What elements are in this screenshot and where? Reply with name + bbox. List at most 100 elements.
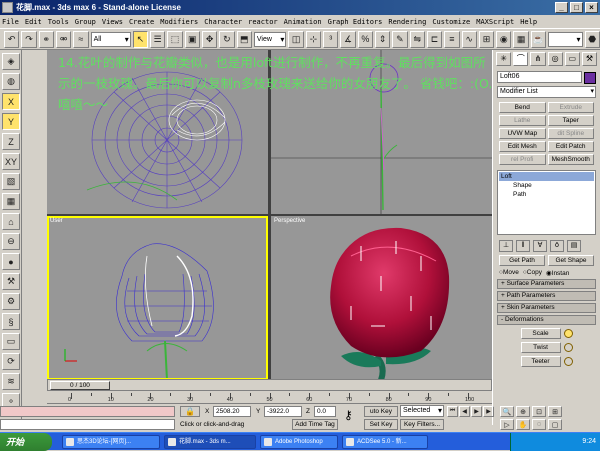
display-tab-icon[interactable]: ▭ [564,52,580,66]
clock[interactable]: 9:24 [582,438,596,445]
start-button[interactable]: 开始 [0,433,52,451]
coord-y-field[interactable]: -3922.0 [264,406,302,417]
modifier-button[interactable]: rel Profi [499,154,546,165]
menu-customize[interactable]: Customize [432,18,470,26]
schematic-icon[interactable]: ⊞ [478,30,495,48]
key-mode-dropdown[interactable]: Selected [400,405,444,417]
maximize-viewport-icon[interactable]: ▢ [548,419,562,430]
axis-xy-button[interactable]: XY [2,153,20,170]
menu-graph-editors[interactable]: Graph Editors [328,18,383,26]
stack-item-loft[interactable]: Loft [499,172,594,181]
selection-filter-dropdown[interactable]: All [90,31,131,47]
region-select-icon[interactable]: ⬚ [167,30,183,48]
prev-frame-icon[interactable]: ◀ [459,406,470,417]
taskbar-item[interactable]: Adobe Photoshop [260,435,338,449]
mesh-icon[interactable]: ⌂ [2,213,20,230]
modifier-button[interactable]: MeshSmooth [547,154,594,165]
lightbulb-off-icon[interactable] [563,357,573,366]
create-tab-icon[interactable]: ✳ [496,52,512,66]
wrench-icon[interactable]: ⚒ [2,273,20,290]
mirror-icon[interactable]: ⇋ [409,30,425,48]
modifier-button[interactable]: UVW Map [499,128,546,139]
lightbulb-off-icon[interactable] [563,343,573,352]
selection-lock-icon[interactable]: 🔒 [180,406,200,417]
configure-sets-icon[interactable]: ▤ [567,240,581,252]
viewport-user[interactable]: User [47,216,268,380]
menu-tools[interactable]: Tools [48,18,69,26]
cloth-icon[interactable]: ◍ [2,73,20,90]
get-path-button[interactable]: Get Path [499,255,545,266]
hierarchy-tab-icon[interactable]: ⋔ [530,52,546,66]
render-last-icon[interactable]: ⬣ [584,30,600,48]
stack-item-path[interactable]: Path [499,190,594,199]
maxscript-mini-listener[interactable] [0,419,175,430]
modifier-button[interactable]: Lathe [499,115,546,126]
make-unique-icon[interactable]: ∀ [533,240,547,252]
box-icon[interactable]: ▧ [2,173,20,190]
menu-rendering[interactable]: Rendering [388,18,426,26]
radio-move[interactable]: ○Move [499,269,519,277]
menu-views[interactable]: Views [102,18,123,26]
wind-icon[interactable]: ≋ [2,373,20,390]
geosphere-icon[interactable]: ● [2,253,20,270]
radio-copy[interactable]: ○Copy [523,269,542,277]
goto-start-icon[interactable]: ⏮ [447,406,458,417]
rollout-skin-parameters[interactable]: + Skin Parameters [497,303,596,313]
zoom-extents-icon[interactable]: ⊡ [532,406,546,417]
rollout-surface-parameters[interactable]: + Surface Parameters [497,279,596,289]
render-scene-icon[interactable]: ▦ [513,30,529,48]
maxscript-listener[interactable] [0,406,175,417]
minimize-button[interactable]: _ [555,2,568,13]
coord-x-field[interactable]: 2508.20 [213,406,251,417]
axis-z-button[interactable]: Z [2,133,20,150]
scale-deform-button[interactable]: Scale [520,328,561,339]
render-type-dropdown[interactable] [548,31,583,47]
bind-spacewarp-icon[interactable]: ≈ [73,30,89,48]
set-key-button[interactable]: Set Key [364,419,398,430]
object-name-field[interactable]: Loft06 [497,71,582,83]
teeter-deform-button[interactable]: Teeter [520,356,561,367]
utilities-tab-icon[interactable]: ⚒ [581,52,598,66]
rigid-body-icon[interactable]: ◈ [2,53,20,70]
scale-icon[interactable]: ⬒ [236,30,252,48]
menu-modifiers[interactable]: Modifiers [160,18,198,26]
rollout-path-parameters[interactable]: + Path Parameters [497,291,596,301]
modifier-button[interactable]: dit Spline [547,128,594,139]
spring-icon[interactable]: § [2,313,20,330]
snap-icon[interactable]: ³ [323,30,339,48]
object-color-swatch[interactable] [584,72,596,84]
menu-maxscript[interactable]: MAXScript [476,18,514,26]
stack-item-shape[interactable]: Shape [499,181,594,190]
zoom-all-icon[interactable]: ⊕ [516,406,530,417]
time-slider[interactable]: 0 / 100 [47,379,492,391]
taskbar-item[interactable]: 花脚.max - 3ds m... [164,435,256,449]
undo-icon[interactable]: ↶ [4,30,20,48]
modifier-list-dropdown[interactable]: Modifier List [497,86,596,98]
close-button[interactable]: × [585,2,598,13]
arc-rotate-icon[interactable]: ◌ [532,419,546,430]
modify-tab-icon[interactable]: ⌒ [513,52,529,66]
material-editor-icon[interactable]: ◉ [496,30,512,48]
modifier-button[interactable]: Bend [499,102,546,113]
select-object-icon[interactable]: ↖ [132,30,149,48]
unlink-icon[interactable]: ⚮ [55,30,72,48]
menu-edit[interactable]: Edit [25,18,42,26]
fov-icon[interactable]: ▷ [500,419,514,430]
rollout-deformations[interactable]: - Deformations [497,315,596,325]
menu-file[interactable]: File [2,18,19,26]
lightbulb-on-icon[interactable] [563,329,573,338]
window-crossing-icon[interactable]: ▣ [184,30,200,48]
coord-z-field[interactable]: 0.0 [314,406,336,417]
menu-create[interactable]: Create [129,18,154,26]
key-filters-button[interactable]: Key Filters... [400,419,444,430]
motor-icon[interactable]: ⟳ [2,353,20,370]
align-icon[interactable]: ⊏ [426,30,443,48]
menu-reactor[interactable]: reactor [248,18,278,26]
percent-snap-icon[interactable]: % [357,30,373,48]
redo-icon[interactable]: ↷ [21,30,37,48]
modifier-button[interactable]: Taper [547,115,594,126]
pin-stack-icon[interactable]: ⊥ [499,240,513,252]
pan-icon[interactable]: ✋ [516,419,530,430]
named-sel-icon[interactable]: ✎ [392,30,408,48]
select-link-icon[interactable]: ⚭ [38,30,54,48]
